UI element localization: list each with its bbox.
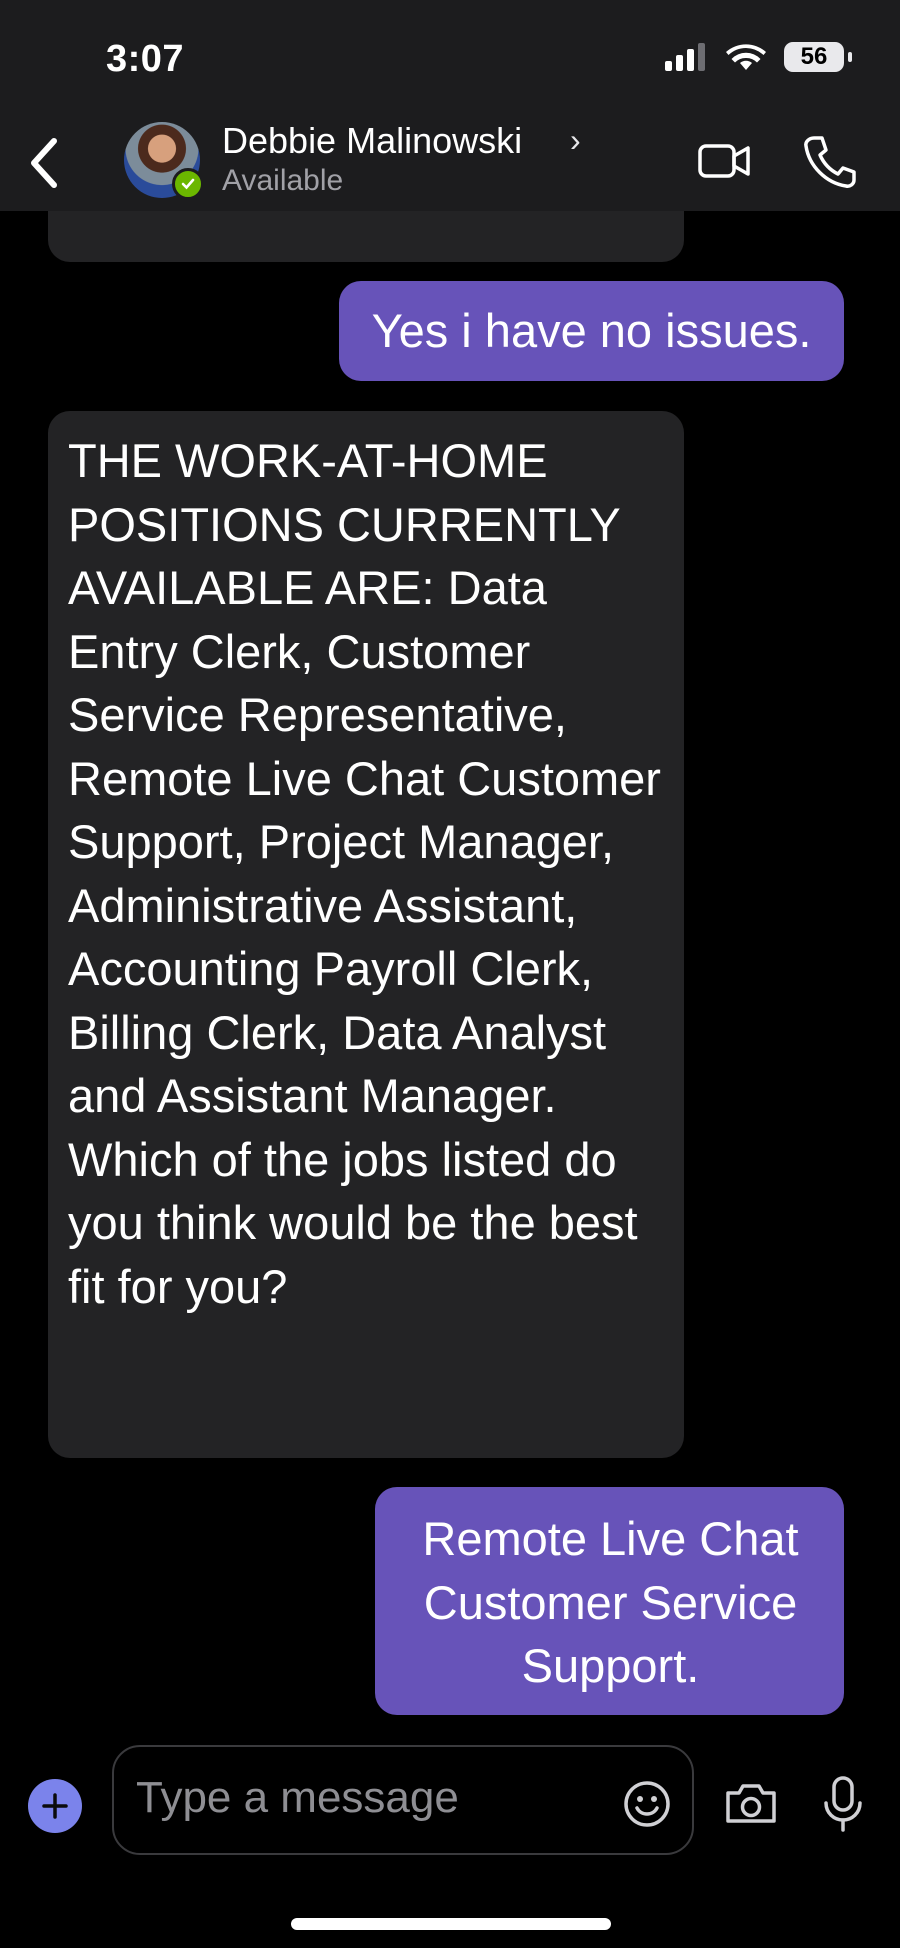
status-bar: 3:07 56 [0,0,900,118]
signal-icon [665,43,705,71]
microphone-icon [824,1776,862,1832]
message-text-line: Customer Service [423,1575,798,1629]
contact-status: Available [222,164,344,197]
message-text-line: Remote Live Chat [422,1512,799,1565]
back-arrow-icon [31,138,57,188]
camera-button[interactable] [724,1781,778,1825]
add-button[interactable] [28,1779,82,1833]
message-input[interactable]: Type a message [112,1745,694,1855]
video-call-button[interactable] [697,136,753,186]
video-call-icon [698,144,750,178]
message-text: THE WORK-AT-HOME POSITIONS CURRENTLY AVA… [68,434,661,1313]
camera-icon [726,1784,776,1823]
back-button[interactable] [16,128,70,198]
presence-indicator [172,168,204,200]
message-bubble-incoming[interactable] [48,211,684,262]
message-input-placeholder: Type a message [136,1773,459,1822]
contact-name[interactable]: Debbie Malinowski [222,120,522,162]
chat-header: Debbie Malinowski › Available [0,118,900,212]
message-bubble-outgoing[interactable]: Remote Live Chat Customer Service Suppor… [375,1487,844,1715]
message-list[interactable]: Yes i have no issues. THE WORK-AT-HOME P… [0,211,900,1745]
status-time: 3:07 [106,38,185,80]
message-bubble-outgoing[interactable]: Yes i have no issues. [339,281,844,381]
wifi-icon [726,44,766,70]
message-text-line: Support. [521,1639,700,1692]
emoji-button[interactable] [622,1779,672,1829]
message-bubble-incoming[interactable]: THE WORK-AT-HOME POSITIONS CURRENTLY AVA… [48,411,684,1458]
message-text: Yes i have no issues. [371,304,812,358]
phone-icon [804,136,856,188]
chevron-right-icon[interactable]: › [570,122,581,159]
avatar[interactable] [124,122,204,200]
home-indicator[interactable] [291,1918,611,1930]
call-button[interactable] [800,132,856,190]
battery-icon: 56 [784,42,852,72]
microphone-button[interactable] [821,1775,865,1833]
check-icon [181,178,195,190]
emoji-icon [624,1781,670,1827]
plus-icon [42,1793,68,1819]
status-icons: 56 [664,42,852,72]
composer: Type a message [0,1745,900,1855]
